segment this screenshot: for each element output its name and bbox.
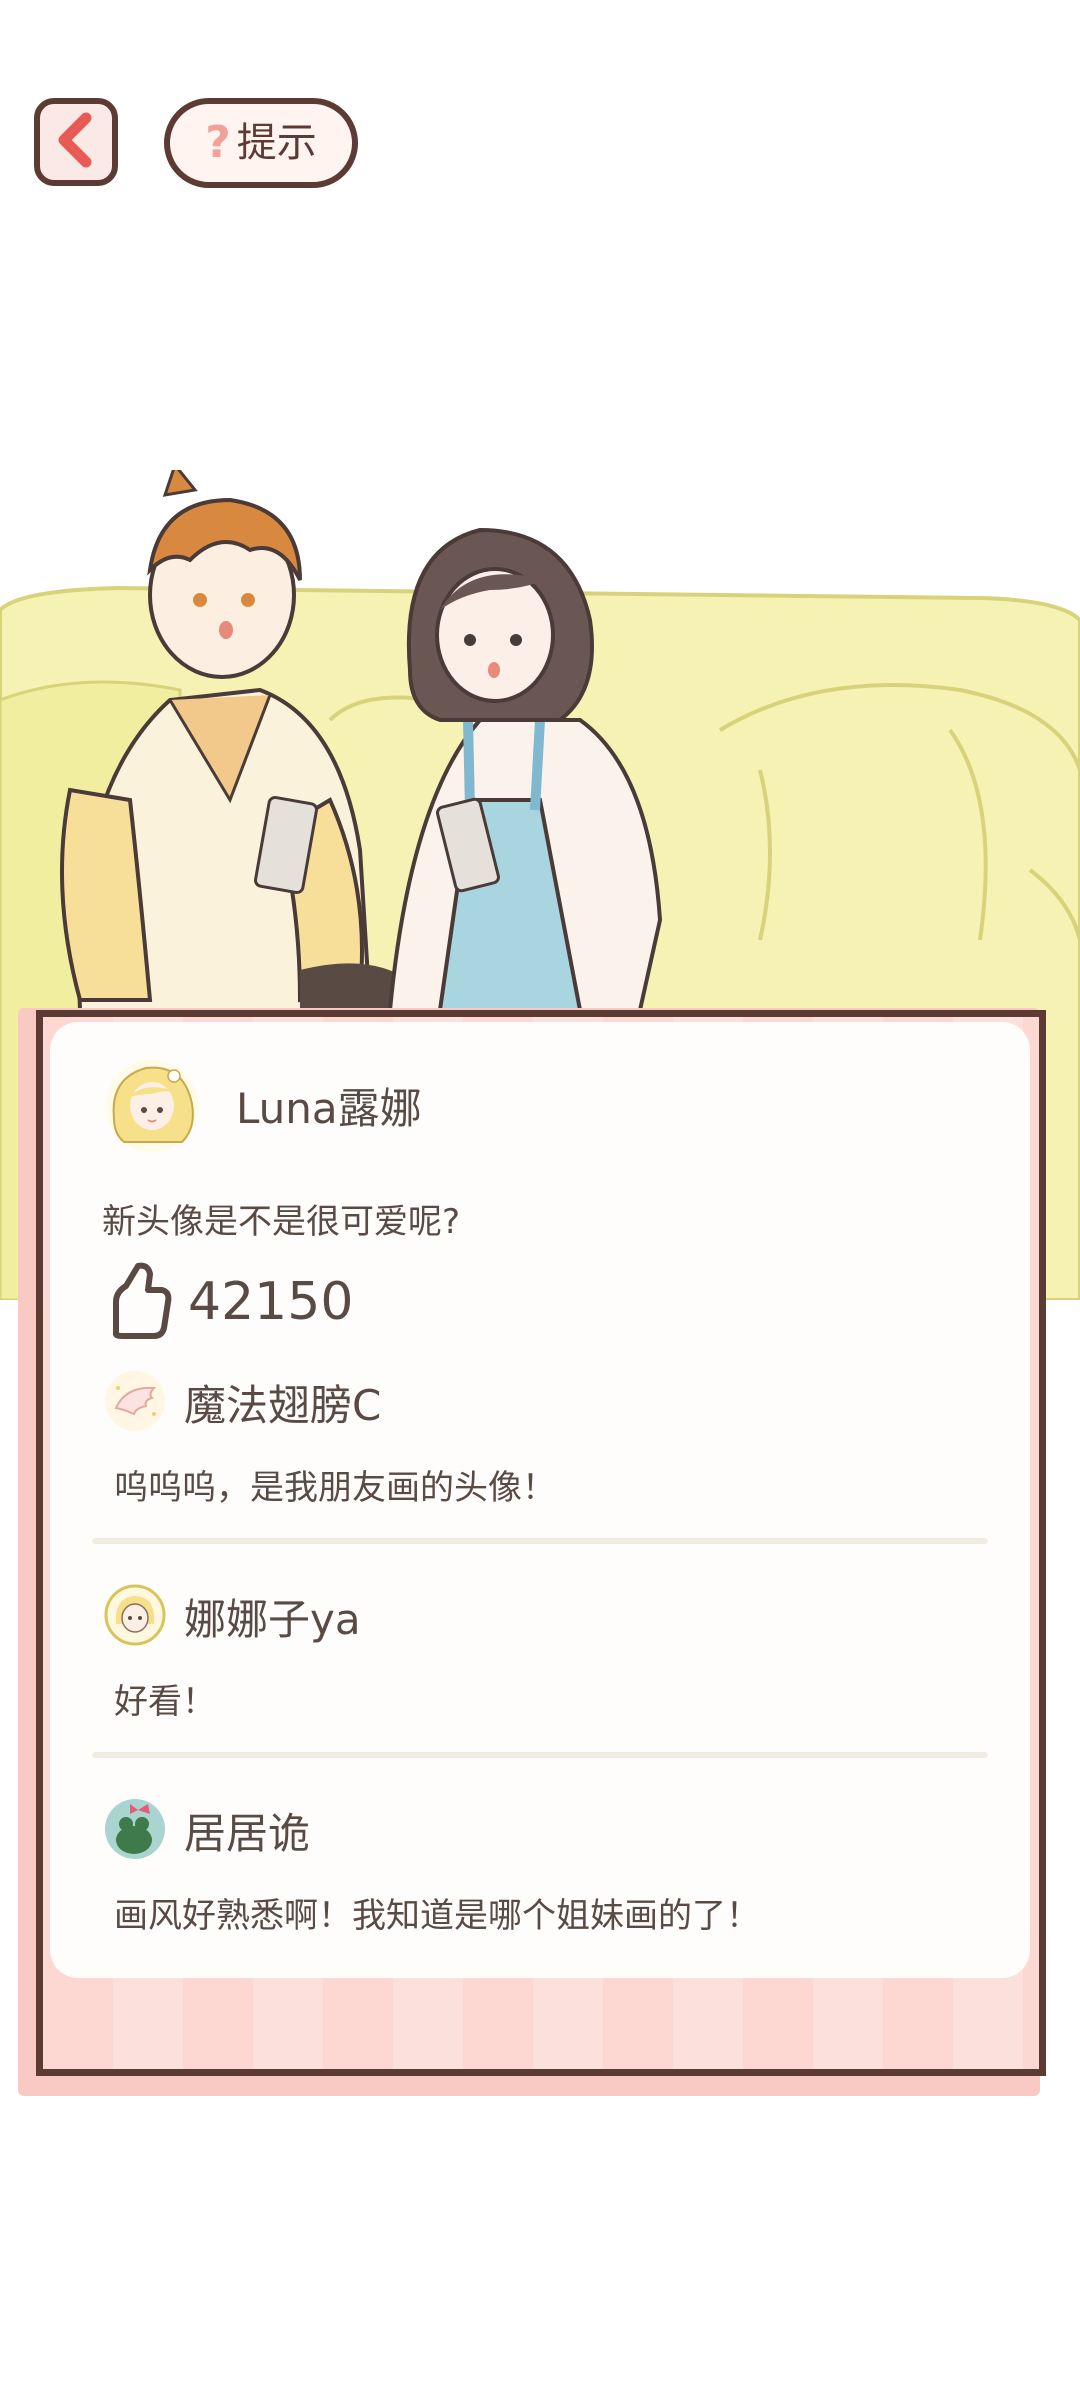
hint-button[interactable]: ? 提示 <box>164 98 358 188</box>
question-mark-icon: ? <box>205 117 231 168</box>
girl-avatar-icon <box>104 1584 166 1646</box>
post-user-name[interactable]: Luna露娜 <box>236 1075 422 1136</box>
wing-icon <box>105 1371 165 1431</box>
divider <box>92 1752 988 1758</box>
comment-text: 画风好熟悉啊！我知道是哪个姐妹画的了！ <box>114 1896 760 1936</box>
chevron-left-icon <box>56 112 96 172</box>
comment-author[interactable]: 娜娜子ya <box>184 1586 361 1647</box>
thumbs-up-icon[interactable] <box>108 1262 174 1340</box>
hint-label: 提示 <box>236 120 317 166</box>
back-button[interactable] <box>34 98 118 186</box>
post-text: 新头像是不是很可爱呢? <box>102 1202 461 1242</box>
divider <box>92 1538 988 1544</box>
avatar <box>106 1060 198 1152</box>
frog-avatar-icon <box>105 1799 165 1859</box>
comment-author[interactable]: 居居诡 <box>184 1800 310 1861</box>
comment-text: 好看！ <box>114 1682 216 1722</box>
comment-text: 呜呜呜，是我朋友画的头像！ <box>114 1468 556 1508</box>
comment-author[interactable]: 魔法翅膀C <box>184 1372 381 1433</box>
like-count: 42150 <box>188 1272 354 1332</box>
